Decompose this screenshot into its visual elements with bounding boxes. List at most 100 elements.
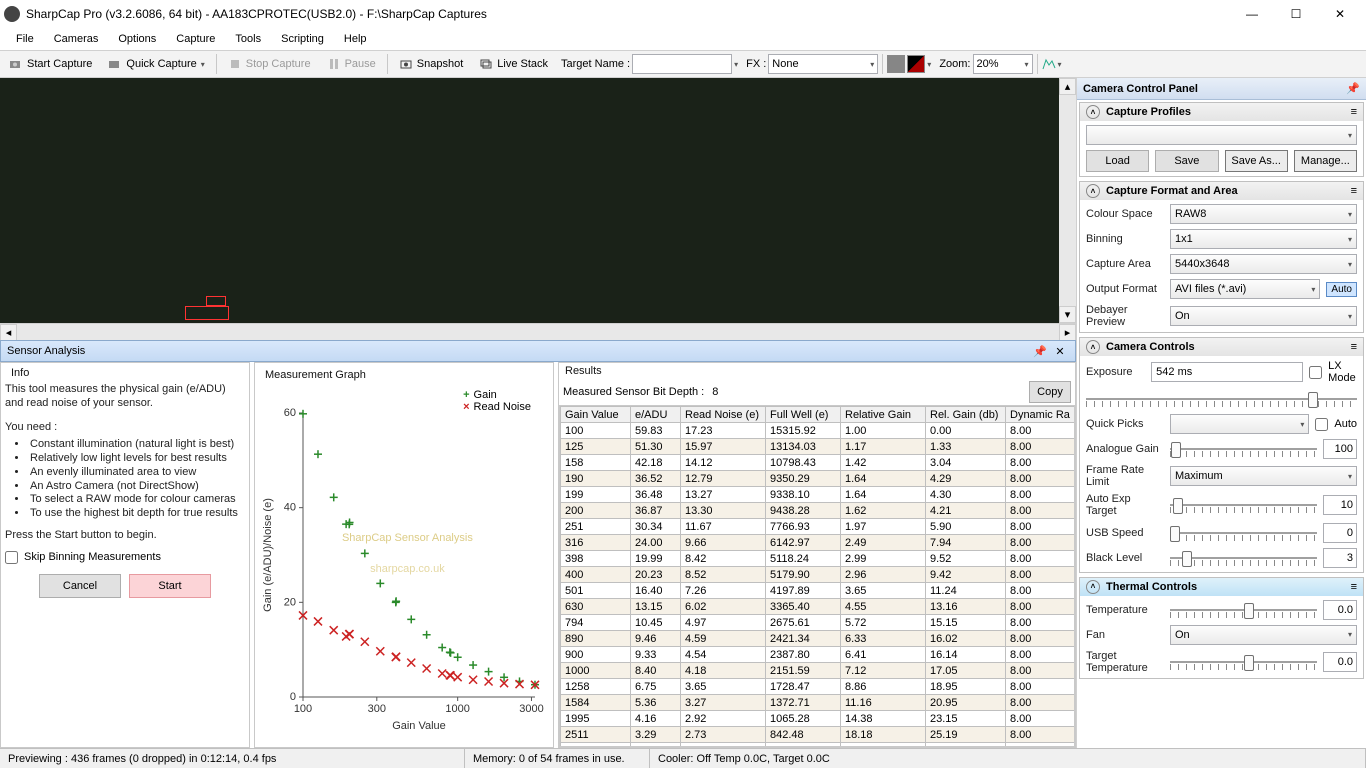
table-row[interactable]: 20036.8713.309438.281.624.218.00 (561, 503, 1076, 519)
column-header[interactable]: Rel. Gain (db) (926, 407, 1006, 423)
histogram-icon[interactable] (1042, 57, 1056, 71)
chevron-down-icon[interactable]: ▾ (734, 60, 738, 69)
analogue-gain-slider[interactable] (1170, 439, 1317, 459)
menu-options[interactable]: Options (108, 31, 166, 47)
table-row[interactable]: 79410.454.972675.615.7215.158.00 (561, 615, 1076, 631)
exposure-slider[interactable] (1086, 389, 1357, 409)
target-name-input[interactable] (632, 54, 732, 74)
scroll-track[interactable] (17, 324, 1059, 341)
target-temp-slider[interactable] (1170, 652, 1317, 672)
checkbox[interactable] (1315, 418, 1328, 431)
column-header[interactable]: Full Well (e) (766, 407, 841, 423)
table-row[interactable]: 10059.8317.2315315.921.000.008.00 (561, 423, 1076, 439)
fan-select[interactable]: On▾ (1170, 625, 1357, 645)
table-row[interactable]: 25130.3411.677766.931.975.908.00 (561, 519, 1076, 535)
chevron-down-icon[interactable]: ▾ (1058, 60, 1062, 69)
target-temp-value[interactable]: 0.0 (1323, 652, 1357, 672)
scroll-track[interactable] (1059, 95, 1076, 306)
table-row[interactable]: 9009.334.542387.806.4116.148.00 (561, 647, 1076, 663)
menu-file[interactable]: File (6, 31, 44, 47)
table-row[interactable]: 19936.4813.279338.101.644.308.00 (561, 487, 1076, 503)
capture-area-select[interactable]: 5440x3648▾ (1170, 254, 1357, 274)
quick-capture-button[interactable]: Quick Capture▾ (101, 54, 211, 74)
skip-binning-checkbox[interactable]: Skip Binning Measurements (5, 551, 245, 564)
section-header[interactable]: ˄ Capture Profiles ≡ (1080, 103, 1363, 121)
preview-area[interactable]: ▴ ▾ (0, 78, 1076, 323)
column-header[interactable]: Gain Value (561, 407, 631, 423)
minimize-button[interactable]: — (1230, 0, 1274, 28)
menu-help[interactable]: Help (334, 31, 377, 47)
fx-select[interactable]: None▾ (768, 54, 878, 74)
profile-select[interactable]: ▾ (1086, 125, 1357, 145)
menu-tools[interactable]: Tools (225, 31, 271, 47)
maximize-button[interactable]: ☐ (1274, 0, 1318, 28)
colour-space-select[interactable]: RAW8▾ (1170, 204, 1357, 224)
table-row[interactable]: 25113.292.73842.4818.1825.198.00 (561, 727, 1076, 743)
section-header[interactable]: ˄ Capture Format and Area ≡ (1080, 182, 1363, 200)
menu-capture[interactable]: Capture (166, 31, 225, 47)
copy-button[interactable]: Copy (1029, 381, 1071, 403)
cancel-button[interactable]: Cancel (39, 574, 121, 598)
scroll-down-icon[interactable]: ▾ (1059, 306, 1076, 323)
pin-icon[interactable]: 📌 (1031, 343, 1049, 359)
table-row[interactable]: 31622.602.57665.8823.0027.238.00 (561, 743, 1076, 748)
close-icon[interactable]: ✕ (1051, 343, 1069, 359)
load-button[interactable]: Load (1086, 150, 1149, 172)
lx-mode-checkbox[interactable]: LX Mode (1309, 360, 1357, 384)
hamburger-icon[interactable]: ≡ (1351, 106, 1357, 118)
table-row[interactable]: 19036.5212.799350.291.644.298.00 (561, 471, 1076, 487)
hamburger-icon[interactable]: ≡ (1351, 185, 1357, 197)
hamburger-icon[interactable]: ≡ (1351, 341, 1357, 353)
save-as-button[interactable]: Save As... (1225, 150, 1288, 172)
collapse-icon[interactable]: ˄ (1086, 105, 1100, 119)
table-row[interactable]: 10008.404.182151.597.1217.058.00 (561, 663, 1076, 679)
debayer-select[interactable]: On▾ (1170, 306, 1357, 326)
binning-select[interactable]: 1x1▾ (1170, 229, 1357, 249)
usb-speed-value[interactable]: 0 (1323, 523, 1357, 543)
start-capture-button[interactable]: Start Capture (2, 54, 99, 74)
checkbox[interactable] (5, 551, 18, 564)
reticle-grey-button[interactable] (887, 55, 905, 73)
section-header[interactable]: ˄ Camera Controls ≡ (1080, 338, 1363, 356)
scroll-right-icon[interactable]: ▸ (1059, 324, 1076, 341)
table-row[interactable]: 19954.162.921065.2814.3823.158.00 (561, 711, 1076, 727)
live-stack-button[interactable]: Live Stack (472, 54, 555, 74)
temperature-slider[interactable] (1170, 600, 1317, 620)
column-header[interactable]: Read Noise (e) (681, 407, 766, 423)
pause-button[interactable]: Pause (320, 54, 383, 74)
table-row[interactable]: 8909.464.592421.346.3316.028.00 (561, 631, 1076, 647)
frame-rate-select[interactable]: Maximum▾ (1170, 466, 1357, 486)
collapse-icon[interactable]: ˄ (1086, 340, 1100, 354)
manage-button[interactable]: Manage... (1294, 150, 1357, 172)
table-row[interactable]: 40020.238.525179.902.969.428.00 (561, 567, 1076, 583)
collapse-icon[interactable]: ˄ (1086, 184, 1100, 198)
save-button[interactable]: Save (1155, 150, 1218, 172)
exposure-input[interactable] (1151, 362, 1303, 382)
table-row[interactable]: 15845.363.271372.7111.1620.958.00 (561, 695, 1076, 711)
output-format-select[interactable]: AVI files (*.avi)▾ (1170, 279, 1320, 299)
auto-badge[interactable]: Auto (1326, 282, 1357, 297)
auto-exp-value[interactable]: 10 (1323, 495, 1357, 515)
menu-scripting[interactable]: Scripting (271, 31, 334, 47)
table-row[interactable]: 39819.998.425118.242.999.528.00 (561, 551, 1076, 567)
checkbox[interactable] (1309, 366, 1322, 379)
reticle-red-button[interactable] (907, 55, 925, 73)
column-header[interactable]: Dynamic Ra (1006, 407, 1076, 423)
temperature-value[interactable]: 0.0 (1323, 600, 1357, 620)
analogue-gain-value[interactable]: 100 (1323, 439, 1357, 459)
menu-cameras[interactable]: Cameras (44, 31, 109, 47)
start-button[interactable]: Start (129, 574, 211, 598)
section-header[interactable]: ˄ Thermal Controls ≡ (1080, 578, 1363, 596)
black-level-value[interactable]: 3 (1323, 548, 1357, 568)
hamburger-icon[interactable]: ≡ (1351, 581, 1357, 593)
scroll-left-icon[interactable]: ◂ (0, 324, 17, 341)
table-row[interactable]: 63013.156.023365.404.5513.168.00 (561, 599, 1076, 615)
scroll-up-icon[interactable]: ▴ (1059, 78, 1076, 95)
stop-capture-button[interactable]: Stop Capture (221, 54, 318, 74)
chevron-down-icon[interactable]: ▾ (927, 60, 931, 69)
table-row[interactable]: 15842.1814.1210798.431.423.048.00 (561, 455, 1076, 471)
table-row[interactable]: 50116.407.264197.893.6511.248.00 (561, 583, 1076, 599)
pin-icon[interactable]: 📌 (1346, 82, 1360, 95)
usb-speed-slider[interactable] (1170, 523, 1317, 543)
snapshot-button[interactable]: Snapshot (392, 54, 470, 74)
